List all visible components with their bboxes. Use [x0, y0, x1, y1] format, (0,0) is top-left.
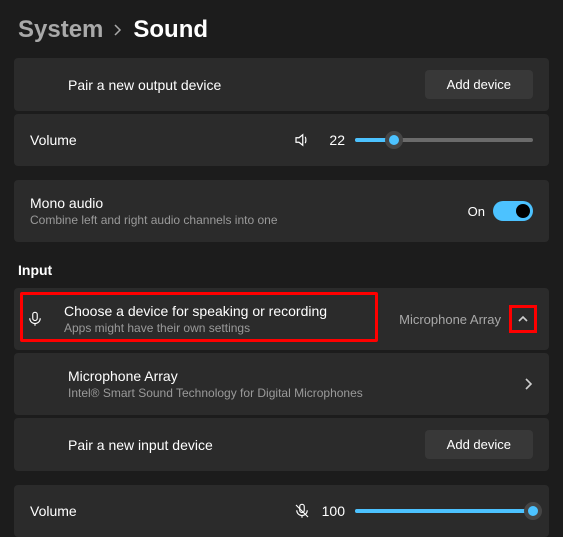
choose-input-title: Choose a device for speaking or recordin… — [64, 303, 327, 319]
chevron-right-icon — [523, 378, 533, 390]
chevron-right-icon — [113, 24, 123, 36]
mono-audio-toggle[interactable] — [493, 201, 533, 221]
input-volume-value: 100 — [321, 503, 345, 519]
input-volume-label: Volume — [30, 503, 77, 519]
choose-input-sub: Apps might have their own settings — [64, 321, 327, 335]
pair-input-title: Pair a new input device — [68, 437, 213, 453]
choose-input-row[interactable]: Choose a device for speaking or recordin… — [14, 288, 549, 350]
mono-audio-title: Mono audio — [30, 195, 278, 211]
pair-output-title: Pair a new output device — [68, 77, 221, 93]
input-device-title: Microphone Array — [68, 368, 363, 384]
input-volume-row: Volume 100 — [14, 485, 549, 537]
choose-input-selected: Microphone Array — [399, 312, 501, 327]
breadcrumb-current: Sound — [133, 16, 208, 44]
mono-audio-state: On — [468, 204, 485, 219]
output-volume-row: Volume 22 — [14, 114, 549, 166]
breadcrumb: System Sound — [0, 0, 563, 58]
microphone-muted-icon[interactable] — [293, 502, 311, 520]
output-volume-slider[interactable] — [355, 138, 533, 142]
microphone-icon — [26, 310, 44, 328]
output-volume-value: 22 — [321, 132, 345, 148]
input-device-row[interactable]: Microphone Array Intel® Smart Sound Tech… — [14, 353, 549, 415]
collapse-button[interactable] — [509, 305, 537, 333]
pair-output-row: Pair a new output device Add device — [14, 58, 549, 111]
input-volume-slider[interactable] — [355, 509, 533, 513]
input-device-sub: Intel® Smart Sound Technology for Digita… — [68, 386, 363, 400]
add-input-device-button[interactable]: Add device — [425, 430, 533, 459]
speaker-icon[interactable] — [293, 131, 311, 149]
input-section-label: Input — [14, 242, 549, 288]
add-output-device-button[interactable]: Add device — [425, 70, 533, 99]
pair-input-row: Pair a new input device Add device — [14, 418, 549, 471]
mono-audio-sub: Combine left and right audio channels in… — [30, 213, 278, 227]
breadcrumb-parent[interactable]: System — [18, 16, 103, 44]
chevron-up-icon — [517, 314, 529, 324]
output-volume-label: Volume — [30, 132, 77, 148]
mono-audio-row[interactable]: Mono audio Combine left and right audio … — [14, 180, 549, 242]
